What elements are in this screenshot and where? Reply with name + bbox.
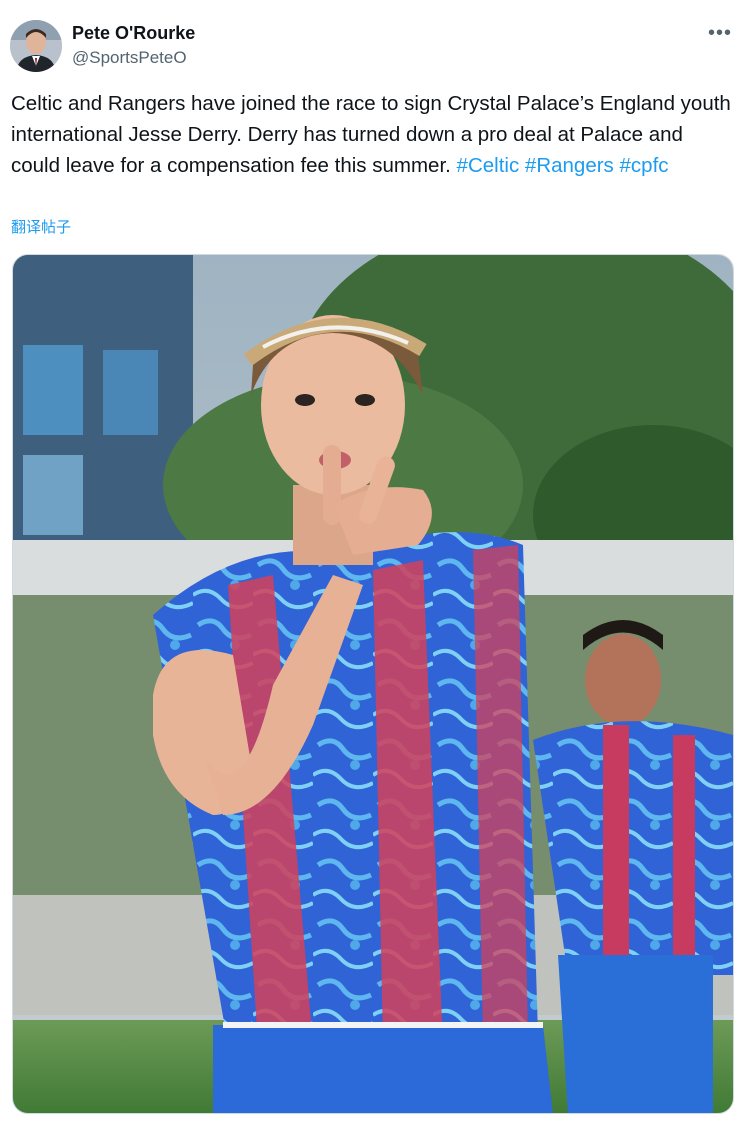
tweet-text: Celtic and Rangers have joined the race …: [11, 88, 731, 181]
tweet-header: Pete O'Rourke @SportsPeteO •••: [10, 18, 740, 74]
author-handle[interactable]: @SportsPeteO: [72, 47, 195, 69]
hashtag-link-cpfc[interactable]: #cpfc: [620, 154, 669, 177]
football-player-photo: [13, 255, 733, 1113]
translate-post-link[interactable]: 翻译帖子: [11, 216, 71, 237]
author-avatar[interactable]: [10, 20, 62, 72]
author-display-name[interactable]: Pete O'Rourke: [72, 22, 195, 44]
tweet-photo[interactable]: [12, 254, 734, 1114]
more-options-icon[interactable]: •••: [706, 22, 734, 44]
avatar-image: [10, 20, 62, 72]
hashtag-link-celtic[interactable]: #Celtic: [457, 154, 520, 177]
author-name-block: Pete O'Rourke @SportsPeteO: [72, 22, 195, 69]
hashtag-link-rangers[interactable]: #Rangers: [525, 154, 614, 177]
